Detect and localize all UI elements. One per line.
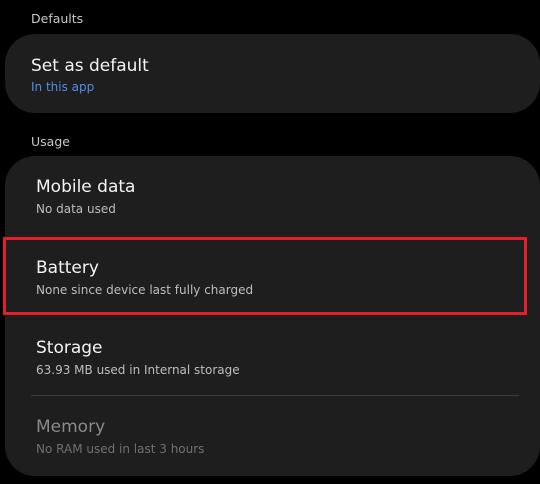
mobile-data-item[interactable]: Mobile data No data used (31, 156, 521, 236)
storage-subtitle: 63.93 MB used in Internal storage (36, 363, 240, 377)
set-as-default-item[interactable]: Set as default In this app (26, 34, 516, 113)
defaults-card: Set as default In this app (5, 34, 540, 113)
memory-title: Memory (36, 417, 106, 437)
set-as-default-title: Set as default (31, 56, 149, 76)
mobile-data-subtitle: No data used (36, 202, 116, 216)
defaults-section-header: Defaults (31, 11, 84, 26)
set-as-default-subtitle: In this app (31, 80, 95, 94)
memory-subtitle: No RAM used in last 3 hours (36, 442, 205, 456)
battery-highlight-box (3, 237, 527, 315)
divider (31, 395, 519, 396)
mobile-data-title: Mobile data (36, 177, 136, 197)
memory-item[interactable]: Memory No RAM used in last 3 hours (31, 397, 521, 475)
storage-title: Storage (36, 338, 103, 358)
usage-card: Mobile data No data used Battery None si… (5, 156, 540, 476)
storage-item[interactable]: Storage 63.93 MB used in Internal storag… (31, 317, 521, 395)
usage-section-header: Usage (31, 134, 70, 149)
